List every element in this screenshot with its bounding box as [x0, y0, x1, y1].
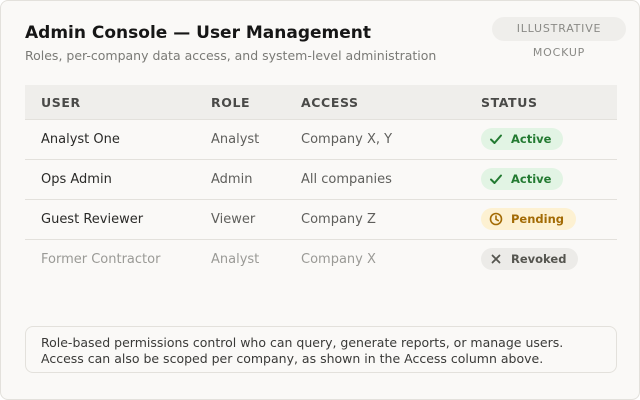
status-badge: Active — [481, 128, 564, 150]
user-table: USER ROLE ACCESS STATUS Analyst One Anal… — [25, 85, 617, 279]
check-icon — [490, 134, 502, 144]
status-label: Pending — [511, 212, 565, 226]
illustrative-mockup-badge: ILLUSTRATIVE MOCKUP — [492, 17, 626, 59]
user-access: Company Z — [301, 212, 376, 227]
admin-console-card: ILLUSTRATIVE MOCKUP Admin Console — User… — [0, 0, 640, 400]
user-name: Analyst One — [41, 132, 120, 147]
info-note: Role-based permissions control who can q… — [25, 326, 617, 373]
table-row[interactable]: Guest Reviewer Viewer Company Z Pending — [25, 200, 617, 240]
user-access: Company X, Y — [301, 132, 393, 147]
status-label: Revoked — [511, 252, 567, 266]
page-subtitle: Roles, per-company data access, and syst… — [25, 48, 437, 63]
status-label: Active — [511, 172, 552, 186]
user-role: Analyst — [211, 252, 260, 267]
user-role: Admin — [211, 172, 253, 187]
user-role: Viewer — [211, 212, 256, 227]
column-header-status[interactable]: STATUS — [481, 95, 538, 110]
column-header-role[interactable]: ROLE — [211, 95, 250, 110]
user-name: Former Contractor — [41, 252, 161, 267]
column-header-access[interactable]: ACCESS — [301, 95, 359, 110]
user-access: Company X — [301, 252, 376, 267]
table-header: USER ROLE ACCESS STATUS — [25, 85, 617, 120]
note-line: Role-based permissions control who can q… — [41, 335, 564, 350]
status-label: Active — [511, 132, 552, 146]
status-badge: Active — [481, 168, 564, 190]
status-badge: Pending — [481, 208, 577, 230]
user-access: All companies — [301, 172, 392, 187]
column-header-user[interactable]: USER — [41, 95, 81, 110]
check-icon — [490, 174, 502, 184]
user-name: Guest Reviewer — [41, 212, 144, 227]
user-name: Ops Admin — [41, 172, 112, 187]
table-row[interactable]: Former Contractor Analyst Company X Revo… — [25, 240, 617, 279]
status-badge: Revoked — [481, 248, 579, 270]
table-row[interactable]: Ops Admin Admin All companies Active — [25, 160, 617, 200]
user-role: Analyst — [211, 132, 260, 147]
table-row[interactable]: Analyst One Analyst Company X, Y Active — [25, 120, 617, 160]
clock-icon — [489, 212, 503, 226]
x-icon — [491, 254, 501, 264]
page-title: Admin Console — User Management — [25, 23, 372, 43]
note-line: Access can also be scoped per company, a… — [41, 351, 544, 366]
